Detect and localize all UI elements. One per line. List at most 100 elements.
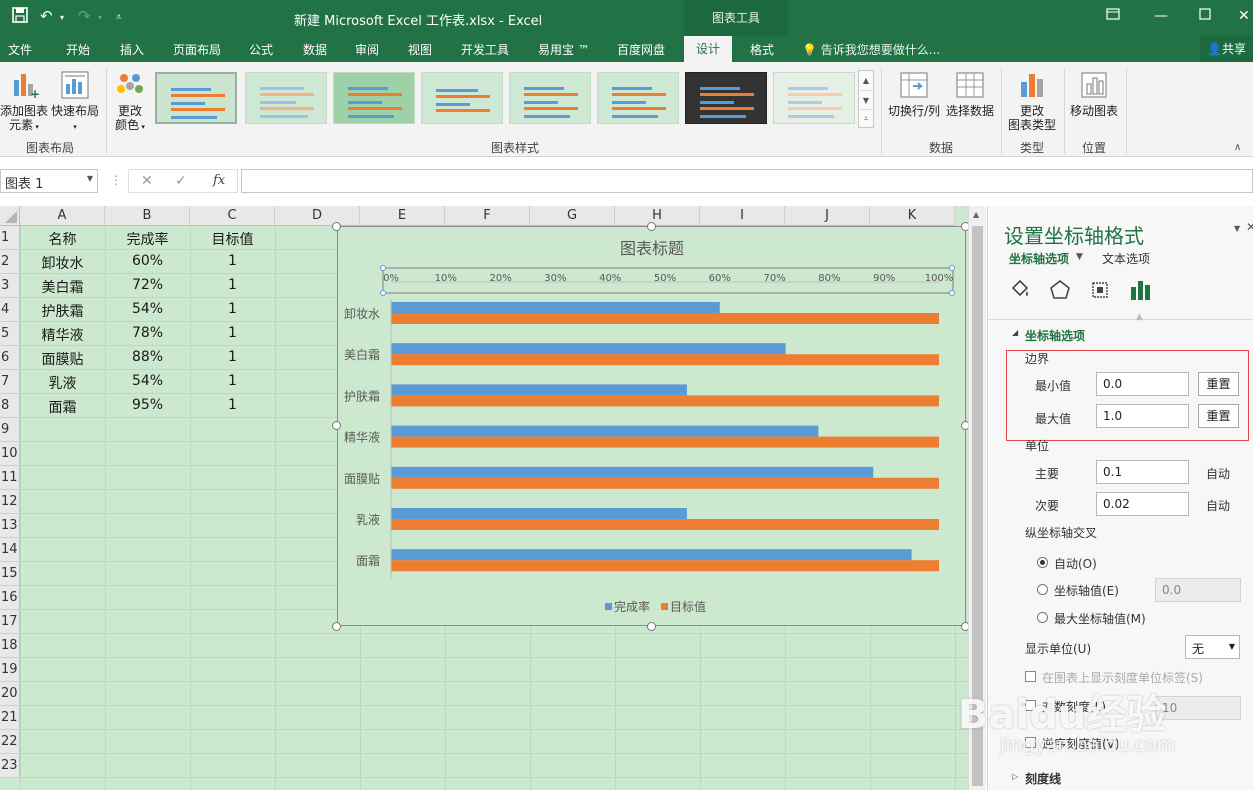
column-header-J[interactable]: J — [785, 206, 870, 226]
tab-design[interactable]: 设计 — [684, 36, 733, 62]
row-header-7[interactable]: 7 — [0, 370, 20, 394]
switch-row-column-button[interactable]: 切换行/列 — [885, 70, 943, 118]
chevron-down-icon[interactable]: ▼ — [1076, 252, 1083, 262]
data-cell[interactable]: 1 — [190, 349, 275, 365]
tab-formulas[interactable]: 公式 — [249, 41, 273, 58]
undo-dropdown-icon[interactable]: ▾ — [60, 13, 64, 22]
column-header-D[interactable]: D — [275, 206, 360, 226]
row-header-18[interactable]: 18 — [0, 634, 20, 658]
data-cell[interactable]: 78% — [105, 325, 190, 341]
data-cell[interactable]: 72% — [105, 277, 190, 293]
data-cell[interactable]: 60% — [105, 253, 190, 269]
tab-axis-options[interactable]: 坐标轴选项 — [1009, 250, 1069, 267]
row-header-1[interactable]: 1 — [0, 226, 20, 250]
data-cell[interactable]: 护肤霜 — [20, 301, 105, 321]
cross-value-label[interactable]: 坐标轴值(E) — [1054, 582, 1119, 599]
column-header-E[interactable]: E — [360, 206, 445, 226]
header-cell[interactable]: 完成率 — [105, 229, 190, 249]
chart-style-1[interactable] — [155, 72, 237, 124]
data-cell[interactable]: 卸妆水 — [20, 253, 105, 273]
major-unit-input[interactable]: 0.1 — [1096, 460, 1189, 484]
reset-maximum-button[interactable]: 重置 — [1198, 404, 1239, 428]
tab-view[interactable]: 视图 — [408, 41, 432, 58]
row-header-11[interactable]: 11 — [0, 466, 20, 490]
data-cell[interactable]: 1 — [190, 301, 275, 317]
chart-resize-handle[interactable] — [647, 622, 656, 631]
chart-style-8[interactable] — [773, 72, 855, 124]
data-cell[interactable]: 乳液 — [20, 373, 105, 393]
expand-section-icon[interactable]: ▷ — [1012, 772, 1018, 781]
customize-toolbar-icon[interactable]: ⩡ — [116, 12, 122, 23]
tab-format[interactable]: 格式 — [750, 41, 774, 58]
cross-auto-radio[interactable] — [1037, 557, 1048, 568]
tab-text-options[interactable]: 文本选项 — [1102, 250, 1150, 267]
close-pane-icon[interactable]: ✕ — [1246, 220, 1253, 234]
data-cell[interactable]: 1 — [190, 325, 275, 341]
change-colors-button[interactable]: 更改 颜色 ▾ — [108, 70, 152, 134]
row-header-10[interactable]: 10 — [0, 442, 20, 466]
section-axis-options[interactable]: 坐标轴选项 — [1025, 327, 1085, 344]
effects-icon[interactable] — [1048, 278, 1072, 302]
tab-baidu-netdisk[interactable]: 百度网盘 — [617, 41, 665, 58]
data-cell[interactable]: 面膜贴 — [20, 349, 105, 369]
data-cell[interactable]: 美白霜 — [20, 277, 105, 297]
row-header-15[interactable]: 15 — [0, 562, 20, 586]
chart-resize-handle[interactable] — [647, 222, 656, 231]
worksheet-grid[interactable]: A B C D E F G H I J K 1 2 3 4 5 6 7 8 9 10 11 12 13 14 15 16 17 18 19… — [0, 206, 968, 790]
chart-resize-handle[interactable] — [332, 222, 341, 231]
data-cell[interactable]: 88% — [105, 349, 190, 365]
column-header-G[interactable]: G — [530, 206, 615, 226]
row-header-6[interactable]: 6 — [0, 346, 20, 370]
column-header-A[interactable]: A — [20, 206, 105, 226]
maximize-icon[interactable] — [1199, 8, 1211, 24]
quick-layout-button[interactable]: 快速布局 ▾ — [50, 70, 100, 134]
row-header-14[interactable]: 14 — [0, 538, 20, 562]
name-box[interactable]: 图表 1 ▼ — [0, 169, 98, 193]
share-button[interactable]: 👤共享 — [1200, 36, 1253, 62]
column-header-I[interactable]: I — [700, 206, 785, 226]
move-chart-button[interactable]: 移动图表 — [1066, 70, 1122, 118]
row-header-8[interactable]: 8 — [0, 394, 20, 418]
data-cell[interactable]: 1 — [190, 277, 275, 293]
chart-style-2[interactable] — [245, 72, 327, 124]
data-cell[interactable]: 1 — [190, 373, 275, 389]
tab-insert[interactable]: 插入 — [120, 41, 144, 58]
column-header-C[interactable]: C — [190, 206, 275, 226]
gallery-down-icon[interactable]: ▼ — [859, 90, 873, 109]
row-header-3[interactable]: 3 — [0, 274, 20, 298]
save-icon[interactable] — [12, 7, 28, 27]
scroll-up-icon[interactable]: ▲ — [973, 210, 979, 219]
display-units-select[interactable]: 无 ▼ — [1185, 635, 1240, 659]
tab-home[interactable]: 开始 — [66, 41, 90, 58]
row-header-9[interactable]: 9 — [0, 418, 20, 442]
tab-file[interactable]: 文件 — [8, 41, 32, 58]
chart-style-7[interactable] — [685, 72, 767, 124]
column-header-F[interactable]: F — [445, 206, 530, 226]
column-header-H[interactable]: H — [615, 206, 700, 226]
row-header-23[interactable]: 23 — [0, 754, 20, 778]
gallery-up-icon[interactable]: ▲ — [859, 71, 873, 90]
row-header-12[interactable]: 12 — [0, 490, 20, 514]
row-header-20[interactable]: 20 — [0, 682, 20, 706]
chart-resize-handle[interactable] — [332, 622, 341, 631]
data-cell[interactable]: 面霜 — [20, 397, 105, 417]
cross-value-input[interactable]: 0.0 — [1155, 578, 1241, 602]
row-header-17[interactable]: 17 — [0, 610, 20, 634]
size-properties-icon[interactable] — [1088, 278, 1112, 302]
data-cell[interactable]: 95% — [105, 397, 190, 413]
chart-resize-handle[interactable] — [961, 421, 968, 430]
minimum-input[interactable]: 0.0 — [1096, 372, 1189, 396]
chart-style-6[interactable] — [597, 72, 679, 124]
row-header-13[interactable]: 13 — [0, 514, 20, 538]
chevron-down-icon[interactable]: ▼ — [87, 174, 93, 183]
row-header-2[interactable]: 2 — [0, 250, 20, 274]
cross-max-radio[interactable] — [1037, 612, 1048, 623]
data-cell[interactable]: 54% — [105, 301, 190, 317]
row-header-21[interactable]: 21 — [0, 706, 20, 730]
change-chart-type-button[interactable]: 更改 图表类型 — [1004, 70, 1060, 132]
add-chart-element-button[interactable]: + 添加图表 元素 ▾ — [0, 70, 48, 134]
data-cell[interactable]: 54% — [105, 373, 190, 389]
ribbon-display-options-icon[interactable] — [1106, 8, 1120, 24]
insert-function-icon[interactable]: fx — [213, 173, 225, 188]
redo-icon[interactable]: ↷ — [78, 7, 91, 25]
